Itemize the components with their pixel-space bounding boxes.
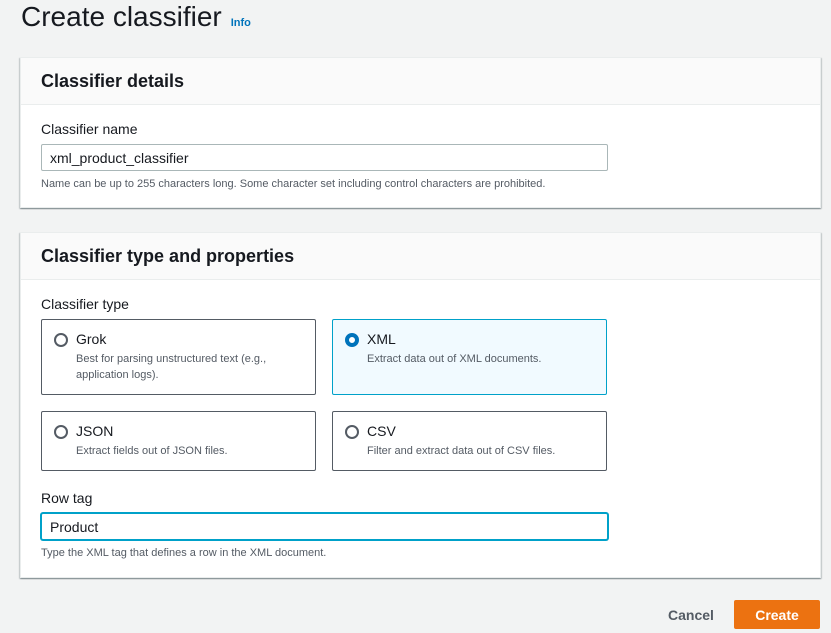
panel-title: Classifier type and properties — [41, 245, 295, 266]
csv-radio[interactable] — [345, 425, 359, 439]
page-title: Create classifier — [21, 1, 222, 32]
tile-description: Best for parsing unstructured text (e.g.… — [76, 353, 267, 381]
tile-description: Extract fields out of JSON files. — [76, 445, 228, 457]
row-tag-label: Row tag — [41, 490, 93, 506]
tile-title: Grok — [76, 331, 107, 347]
classifier-type-label: Classifier type — [41, 296, 129, 312]
page: Create classifier Info Classifier detail… — [0, 0, 831, 633]
create-button[interactable]: Create — [734, 600, 820, 629]
classifier-type-panel: Classifier type and properties Classifie… — [20, 232, 821, 578]
type-tile-grok[interactable]: Grok Best for parsing unstructured text … — [41, 319, 316, 395]
xml-radio[interactable] — [345, 333, 359, 347]
panel-header: Classifier details — [21, 58, 820, 105]
tile-title: CSV — [367, 423, 396, 439]
info-link[interactable]: Info — [231, 17, 251, 29]
classifier-name-input[interactable] — [41, 144, 608, 171]
classifier-details-panel: Classifier details Classifier name Name … — [20, 57, 821, 208]
row-tag-hint: Type the XML tag that defines a row in t… — [41, 547, 327, 559]
classifier-name-hint: Name can be up to 255 characters long. S… — [41, 178, 546, 190]
tile-description: Extract data out of XML documents. — [367, 353, 542, 365]
type-tile-json[interactable]: JSON Extract fields out of JSON files. — [41, 411, 316, 471]
cancel-button[interactable]: Cancel — [655, 600, 727, 629]
classifier-name-label: Classifier name — [41, 121, 138, 137]
panel-title: Classifier details — [41, 70, 185, 91]
tile-title: XML — [367, 331, 396, 347]
tile-description: Filter and extract data out of CSV files… — [367, 445, 556, 457]
tile-title: JSON — [76, 423, 114, 439]
row-tag-input[interactable] — [41, 513, 608, 540]
json-radio[interactable] — [54, 425, 68, 439]
grok-radio[interactable] — [54, 333, 68, 347]
type-tile-xml[interactable]: XML Extract data out of XML documents. — [332, 319, 607, 395]
panel-header: Classifier type and properties — [21, 233, 820, 280]
page-header: Create classifier Info — [21, 0, 251, 40]
type-tile-csv[interactable]: CSV Filter and extract data out of CSV f… — [332, 411, 607, 471]
